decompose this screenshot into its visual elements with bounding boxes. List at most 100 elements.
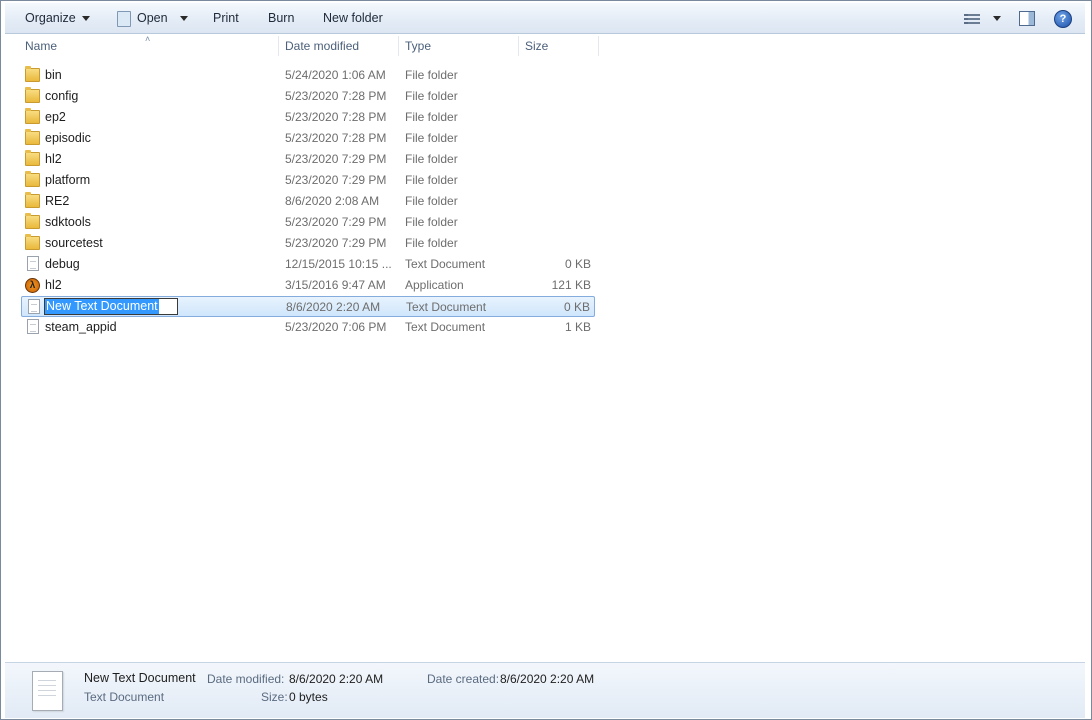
- notepad-icon: [117, 10, 131, 27]
- file-type: File folder: [405, 236, 458, 250]
- new-folder-button[interactable]: New folder: [323, 3, 383, 33]
- rename-text: New Text Document: [45, 299, 159, 314]
- column-size[interactable]: Size: [519, 34, 599, 58]
- file-date: 8/6/2020 2:20 AM: [286, 300, 381, 314]
- organize-label: Organize: [25, 11, 76, 25]
- column-name[interactable]: Name: [19, 34, 279, 58]
- file-date: 5/23/2020 7:28 PM: [285, 110, 387, 124]
- change-view-icon[interactable]: [964, 12, 980, 24]
- file-name: platform: [45, 173, 91, 187]
- file-size: 0 KB: [563, 300, 590, 314]
- details-created-value: 8/6/2020 2:20 AM: [500, 672, 595, 686]
- folder-icon: [25, 150, 40, 166]
- list-item[interactable]: bin 5/24/2020 1:06 AM File folder: [21, 65, 595, 86]
- file-date: 5/23/2020 7:29 PM: [285, 173, 387, 187]
- file-date: 3/15/2016 9:47 AM: [285, 278, 386, 292]
- burn-button[interactable]: Burn: [268, 3, 294, 33]
- file-name: sdktools: [45, 215, 91, 229]
- file-date: 5/23/2020 7:29 PM: [285, 152, 387, 166]
- details-modified-label: Date modified:: [207, 672, 285, 686]
- file-name: sourcetest: [45, 236, 103, 250]
- text-document-icon: [27, 256, 39, 271]
- preview-pane-icon[interactable]: [1019, 11, 1035, 26]
- folder-icon: [25, 129, 40, 145]
- chevron-down-icon: [81, 16, 90, 22]
- column-header: ˄ Name Date modified Type Size: [5, 34, 1085, 58]
- text-document-large-icon: [32, 671, 63, 711]
- list-item[interactable]: platform 5/23/2020 7:29 PM File folder: [21, 170, 595, 191]
- file-type: File folder: [405, 131, 458, 145]
- file-type: File folder: [405, 110, 458, 124]
- details-pane: New Text Document Text Document Date mod…: [5, 662, 1085, 718]
- folder-icon: [25, 108, 40, 124]
- file-name: episodic: [45, 131, 91, 145]
- list-item[interactable]: episodic 5/23/2020 7:28 PM File folder: [21, 128, 595, 149]
- column-divider[interactable]: [598, 36, 599, 56]
- folder-icon: [25, 234, 40, 250]
- details-file-name: New Text Document: [84, 671, 196, 685]
- text-document-icon: [28, 299, 40, 314]
- file-type: Application: [405, 278, 464, 292]
- file-type: Text Document: [406, 300, 487, 314]
- list-item[interactable]: sourcetest 5/23/2020 7:29 PM File folder: [21, 233, 595, 254]
- rename-input[interactable]: New Text Document: [44, 298, 178, 315]
- column-date-modified[interactable]: Date modified: [279, 34, 399, 58]
- column-type[interactable]: Type: [399, 34, 519, 58]
- file-type: File folder: [405, 152, 458, 166]
- list-item-selected[interactable]: New Text Document 8/6/2020 2:20 AM Text …: [21, 296, 595, 317]
- file-type: Text Document: [405, 320, 486, 334]
- file-date: 8/6/2020 2:08 AM: [285, 194, 380, 208]
- list-item[interactable]: config 5/23/2020 7:28 PM File folder: [21, 86, 595, 107]
- file-type: File folder: [405, 173, 458, 187]
- command-bar: Organize Open Print Burn New folder ?: [5, 3, 1085, 34]
- list-item[interactable]: hl2 5/23/2020 7:29 PM File folder: [21, 149, 595, 170]
- list-item[interactable]: steam_appid 5/23/2020 7:06 PM Text Docum…: [21, 317, 595, 338]
- explorer-window: Organize Open Print Burn New folder ? ˄ …: [0, 0, 1092, 720]
- folder-icon: [25, 66, 40, 82]
- file-date: 12/15/2015 10:15 ...: [285, 257, 392, 271]
- file-size: 121 KB: [551, 278, 591, 292]
- details-size-label: Size:: [261, 690, 288, 704]
- file-type: File folder: [405, 68, 458, 82]
- file-type: File folder: [405, 215, 458, 229]
- print-button[interactable]: Print: [213, 3, 239, 33]
- half-life-app-icon: λ: [25, 278, 40, 293]
- file-date: 5/23/2020 7:29 PM: [285, 236, 387, 250]
- file-name: steam_appid: [45, 320, 117, 334]
- details-size-value: 0 bytes: [289, 690, 328, 704]
- details-modified-value: 8/6/2020 2:20 AM: [289, 672, 384, 686]
- file-name: debug: [45, 257, 80, 271]
- folder-icon: [25, 213, 40, 229]
- folder-icon: [25, 171, 40, 187]
- list-item[interactable]: λ hl2 3/15/2016 9:47 AM Application 121 …: [21, 275, 595, 296]
- file-name: hl2: [45, 152, 62, 166]
- organize-button[interactable]: Organize: [25, 3, 90, 33]
- file-name: bin: [45, 68, 62, 82]
- open-label: Open: [137, 11, 168, 25]
- details-created-label: Date created:: [427, 672, 500, 686]
- file-name: ep2: [45, 110, 66, 124]
- file-date: 5/23/2020 7:28 PM: [285, 89, 387, 103]
- details-file-type: Text Document: [84, 690, 165, 704]
- open-button[interactable]: Open: [117, 3, 188, 33]
- chevron-down-icon[interactable]: [993, 16, 1001, 21]
- file-name: RE2: [45, 194, 70, 208]
- file-size: 1 KB: [564, 320, 591, 334]
- list-item[interactable]: debug 12/15/2015 10:15 ... Text Document…: [21, 254, 595, 275]
- list-item[interactable]: RE2 8/6/2020 2:08 AM File folder: [21, 191, 595, 212]
- help-icon[interactable]: ?: [1054, 10, 1072, 28]
- chevron-down-icon[interactable]: [179, 16, 188, 22]
- text-document-icon: [27, 319, 39, 334]
- list-item[interactable]: sdktools 5/23/2020 7:29 PM File folder: [21, 212, 595, 233]
- file-date: 5/24/2020 1:06 AM: [285, 68, 386, 82]
- file-name: hl2: [45, 278, 62, 292]
- file-type: Text Document: [405, 257, 486, 271]
- folder-icon: [25, 192, 40, 208]
- file-size: 0 KB: [564, 257, 591, 271]
- file-date: 5/23/2020 7:29 PM: [285, 215, 387, 229]
- file-date: 5/23/2020 7:06 PM: [285, 320, 387, 334]
- file-date: 5/23/2020 7:28 PM: [285, 131, 387, 145]
- file-name: config: [45, 89, 79, 103]
- list-item[interactable]: ep2 5/23/2020 7:28 PM File folder: [21, 107, 595, 128]
- file-type: File folder: [405, 194, 458, 208]
